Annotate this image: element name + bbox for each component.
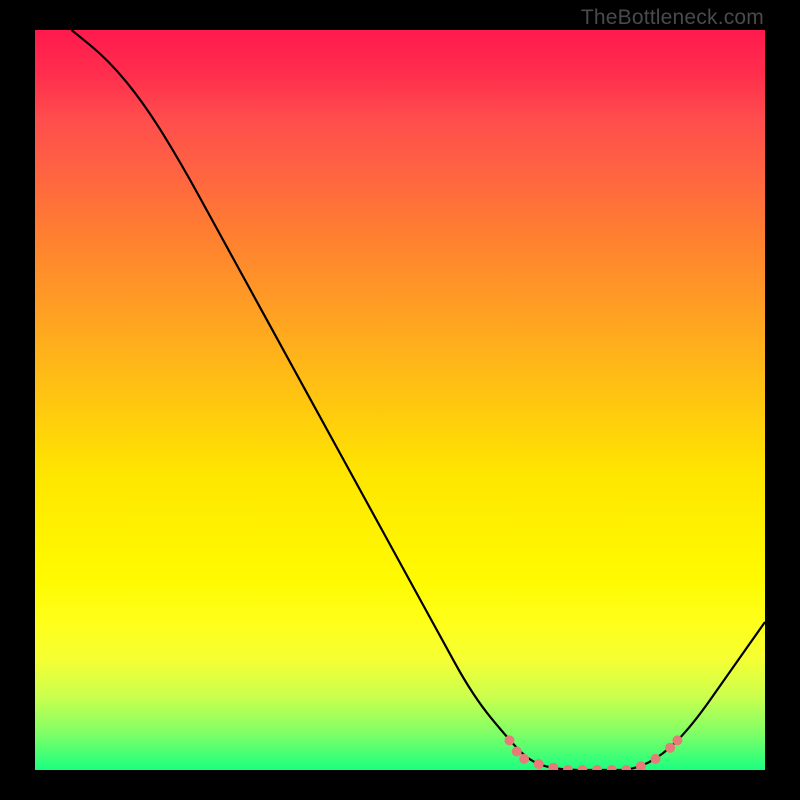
- highlight-dot: [519, 754, 529, 764]
- plot-area: [35, 30, 765, 770]
- highlight-dot: [636, 761, 646, 770]
- highlight-dot: [563, 765, 573, 770]
- highlight-dot: [548, 763, 558, 770]
- highlight-dot: [651, 754, 661, 764]
- chart-svg: [35, 30, 765, 770]
- highlight-dot: [592, 765, 602, 770]
- chart-container: TheBottleneck.com: [0, 0, 800, 800]
- highlight-dot: [512, 747, 522, 757]
- highlight-dot: [534, 759, 544, 769]
- watermark-text: TheBottleneck.com: [581, 6, 764, 30]
- highlight-dot: [505, 735, 515, 745]
- highlight-dot: [607, 765, 617, 770]
- highlight-dot: [672, 735, 682, 745]
- main-curve: [72, 30, 766, 770]
- highlight-dot: [578, 765, 588, 770]
- highlight-dot: [665, 743, 675, 753]
- highlight-dot: [621, 765, 631, 770]
- highlight-dots-group: [505, 735, 683, 770]
